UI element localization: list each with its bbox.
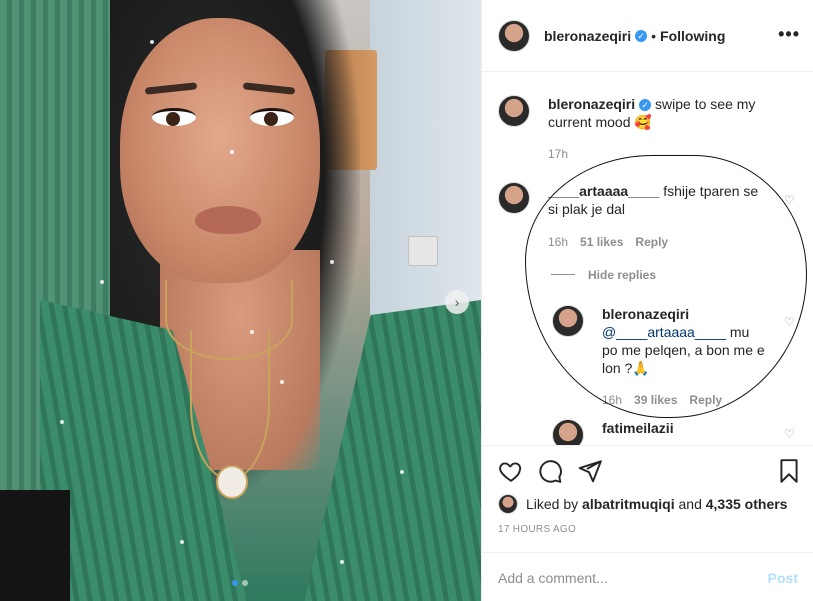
post-comment-button[interactable]: Post <box>768 570 798 586</box>
reply-meta: 16h 39 likes Reply <box>602 393 722 407</box>
liked-by-row: Liked by albatritmuqiqi and 4,335 others <box>498 494 787 514</box>
chevron-right-icon: › <box>454 294 460 310</box>
reply-row: fatimeilazii <box>552 419 767 445</box>
comment-time: 16h <box>548 235 569 249</box>
photo-pendant <box>216 465 248 499</box>
comment-row: ____artaaaa____ fshije tparen se si plak… <box>498 182 768 218</box>
post-photo[interactable] <box>0 0 481 601</box>
comment-meta: 16h 51 likes Reply <box>548 235 668 249</box>
comment-likes[interactable]: 51 likes <box>580 235 623 249</box>
reply-username[interactable]: fatimeilazii <box>602 419 767 437</box>
verified-badge-icon: ✓ <box>635 29 648 42</box>
comments-section[interactable]: bleronazeqiri ✓ swipe to see my current m… <box>482 73 813 445</box>
reply-author-avatar[interactable] <box>552 419 584 445</box>
like-heart-icon[interactable] <box>498 458 524 484</box>
header-separator: • <box>651 27 657 44</box>
author-avatar[interactable] <box>498 19 530 52</box>
snow-particle <box>250 330 254 334</box>
liked-by-text: Liked by albatritmuqiqi and 4,335 others <box>526 496 787 512</box>
verified-badge-icon: ✓ <box>639 99 652 111</box>
commenter-avatar[interactable] <box>498 182 530 214</box>
liked-by-and: and <box>678 496 702 512</box>
snow-particle <box>340 560 344 564</box>
snow-particle <box>400 470 404 474</box>
hide-replies-line <box>551 274 575 275</box>
reply-author-avatar[interactable] <box>552 305 584 337</box>
comment-bubble-icon[interactable] <box>537 458 563 484</box>
reply-time: 16h <box>602 393 623 407</box>
hide-replies-button[interactable]: Hide replies <box>588 268 656 282</box>
following-button[interactable]: Following <box>660 28 725 44</box>
comment-like-heart-icon[interactable]: ♡ <box>784 193 796 207</box>
photo-lips <box>195 206 261 234</box>
photo-eye-left <box>152 108 196 126</box>
photo-face <box>120 18 320 283</box>
reply-mention-link[interactable]: @____artaaaa____ <box>602 324 726 340</box>
carousel-dot <box>242 580 248 586</box>
caption-time: 17h <box>548 147 569 161</box>
photo-dark-corner <box>0 490 70 601</box>
snow-particle <box>150 40 154 44</box>
more-options-icon[interactable]: ••• <box>778 24 800 45</box>
snow-particle <box>60 420 64 424</box>
post-actions: Liked by albatritmuqiqi and 4,335 others… <box>482 445 813 601</box>
photo-light-switch <box>408 236 438 266</box>
reply-reply-button[interactable]: Reply <box>689 393 722 407</box>
liked-by-prefix: Liked by <box>526 496 579 512</box>
post-side-panel: bleronazeqiri ✓ • Following ••• bleronaz… <box>481 0 813 601</box>
comment-input[interactable] <box>498 569 768 586</box>
share-paper-plane-icon[interactable] <box>577 458 603 484</box>
reply-like-heart-icon[interactable]: ♡ <box>784 427 796 441</box>
caption-row: bleronazeqiri ✓ swipe to see my current m… <box>498 95 768 131</box>
liked-by-user-link[interactable]: albatritmuqiqi <box>582 496 675 512</box>
reply-likes[interactable]: 39 likes <box>634 393 677 407</box>
post-header: bleronazeqiri ✓ • Following ••• <box>482 0 813 72</box>
carousel-indicator <box>232 580 248 586</box>
snow-particle <box>180 540 184 544</box>
carousel-dot-active <box>232 580 238 586</box>
snow-particle <box>330 260 334 264</box>
photo-necklace-long <box>190 330 270 480</box>
carousel-next-button[interactable]: › <box>445 290 469 314</box>
photo-eye-right <box>250 108 294 126</box>
save-bookmark-icon[interactable] <box>776 458 802 484</box>
add-comment-bar: Post <box>482 552 813 601</box>
snow-particle <box>230 150 234 154</box>
reply-username[interactable]: bleronazeqiri <box>602 305 767 323</box>
caption-author-avatar[interactable] <box>498 95 530 127</box>
caption-author-username[interactable]: bleronazeqiri <box>548 96 635 112</box>
snow-particle <box>280 380 284 384</box>
liker-avatar[interactable] <box>498 494 518 514</box>
post-timestamp[interactable]: 17 HOURS AGO <box>498 524 576 535</box>
author-username[interactable]: bleronazeqiri <box>544 28 631 44</box>
liked-by-others-link[interactable]: 4,335 others <box>706 496 788 512</box>
snow-particle <box>100 280 104 284</box>
reply-like-heart-icon[interactable]: ♡ <box>784 315 796 329</box>
comment-username[interactable]: ____artaaaa____ <box>548 183 659 199</box>
reply-row: bleronazeqiri @____artaaaa____ mu po me … <box>552 305 767 377</box>
comment-reply-button[interactable]: Reply <box>635 235 668 249</box>
